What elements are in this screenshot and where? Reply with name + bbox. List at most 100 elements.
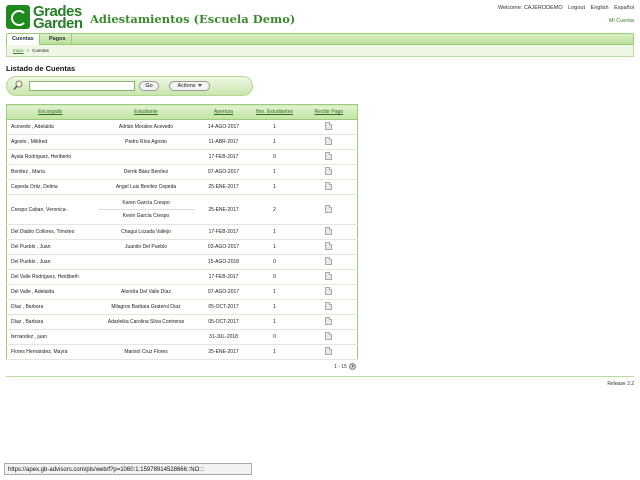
document-icon[interactable] [325, 257, 333, 265]
table-row: Ayala Rodríguez, Heriberto 17-FEB-2017 0 [6, 149, 358, 165]
estudiante-cell: Marisol Cruz Flores [93, 344, 199, 360]
mi-cuenta-link[interactable]: Mi Cuenta [609, 18, 634, 24]
encargado-cell: Agosto , Mildred [6, 134, 94, 150]
browser-status-url: https://apex.gb-advisors.com/pls/web/f?p… [4, 463, 252, 475]
table-row: Benítez , María Derrik Báez Benítez 07-AGO… [6, 164, 358, 180]
nro-estudiantes-cell: 0 [248, 269, 301, 285]
estudiante-link[interactable]: Pedro Ríos Agosto [98, 136, 195, 148]
encargado-cell: Ayala Rodríguez, Heriberto [6, 149, 94, 165]
table-row: Del Pueblo , Juan Juanito Del Pueblo 03-AG… [6, 239, 358, 255]
header-apertura[interactable]: Apertura [198, 104, 249, 120]
document-icon[interactable] [325, 317, 333, 325]
estudiante-link[interactable]: Kevin García Crespo [97, 209, 195, 222]
nro-estudiantes-cell: 0 [248, 254, 301, 270]
document-icon[interactable] [325, 272, 333, 280]
logo-mark-icon [6, 5, 30, 29]
document-icon[interactable] [325, 347, 333, 355]
document-icon[interactable] [325, 302, 333, 310]
encargado-cell: Díaz , Barbara [6, 314, 94, 330]
table-row: Del Valle , Adelaida Alondra Del Valle Dí… [6, 284, 358, 300]
encargado-cell: Del Valle Rodriguez, Heidibeth [6, 269, 94, 285]
tab-bar: Cuentas Pagos [6, 33, 634, 45]
apertura-cell: 25-ENE-2017 [198, 194, 249, 225]
breadcrumb-home-link[interactable]: Inicio [13, 48, 24, 53]
document-icon[interactable] [325, 152, 333, 160]
recibir-pago-cell [300, 149, 358, 165]
document-icon[interactable] [325, 242, 333, 250]
actions-menu-button[interactable]: Actions [169, 81, 210, 91]
encargado-cell: Flores Hernández, Mayra [6, 344, 94, 360]
tab-cuentas[interactable]: Cuentas [7, 34, 40, 45]
apertura-cell: 25-ENE-2017 [198, 344, 249, 360]
estudiante-link[interactable]: Derrik Báez Benítez [98, 166, 195, 178]
next-page-icon[interactable] [348, 363, 356, 370]
estudiante-link[interactable]: Marisol Cruz Flores [98, 346, 195, 358]
table-row: Del Diablo Collores, Timoteo Chagui Lozad… [6, 224, 358, 240]
document-icon[interactable] [325, 137, 333, 145]
espanol-link[interactable]: Español [614, 5, 634, 11]
document-icon[interactable] [325, 182, 333, 190]
apertura-cell: 17-FEB-2017 [198, 149, 249, 165]
estudiante-link[interactable]: Angel Luis Benitez Cepeda [98, 181, 195, 193]
search-input[interactable] [29, 81, 135, 91]
apertura-cell: 07-AGO-2017 [198, 284, 249, 300]
encargado-cell: Cepeda Ortiz, Delma [6, 179, 94, 195]
top-navigation: Welcome: CAJERODEMO Logout English Españ… [494, 5, 634, 11]
nro-estudiantes-cell: 1 [248, 299, 301, 315]
breadcrumb-separator: > [26, 48, 30, 53]
header-estudiante[interactable]: Estudiante [93, 104, 199, 120]
chevron-down-icon [197, 84, 202, 88]
english-link[interactable]: English [591, 5, 609, 11]
document-icon[interactable] [325, 167, 333, 175]
go-button[interactable]: Go [139, 81, 159, 91]
pagination: 1 - 15 [334, 363, 356, 370]
logout-link[interactable]: Logout [568, 5, 585, 11]
header-encargado[interactable]: Encargado [6, 104, 94, 120]
nro-estudiantes-cell: 2 [248, 194, 301, 225]
table-row: Díaz , Barbara Milagros Barbara Graterol … [6, 299, 358, 315]
estudiante-cell: Derrik Báez Benítez [93, 164, 199, 180]
header-nro-estudiantes[interactable]: Nro. Estudiantes [248, 104, 301, 120]
recibir-pago-cell [300, 299, 358, 315]
estudiante-cell [93, 254, 199, 270]
estudiante-link[interactable]: Adarleika Carolina Silva Contreras [98, 316, 195, 328]
actions-label: Actions [177, 83, 196, 89]
table-row: Cepeda Ortiz, Delma Angel Luis Benitez Ce… [6, 179, 358, 195]
estudiante-cell: Adarleika Carolina Silva Contreras [93, 314, 199, 330]
tab-pagos[interactable]: Pagos [44, 34, 72, 45]
logo-text-line2: Garden [33, 15, 83, 32]
estudiante-cell: Milagros Barbara Graterol Díaz [93, 299, 199, 315]
document-icon[interactable] [325, 122, 333, 130]
encargado-cell: Díaz , Barbara [6, 299, 94, 315]
document-icon[interactable] [325, 332, 333, 340]
estudiante-link[interactable]: Adrián Morales Acevedo [98, 121, 195, 133]
estudiante-link[interactable]: Chagui Lozada Vallejo [98, 226, 195, 238]
nro-estudiantes-cell: 1 [248, 179, 301, 195]
estudiante-link[interactable]: Juanito Del Pueblo [98, 241, 195, 253]
encargado-cell: Del Diablo Collores, Timoteo [6, 224, 94, 240]
header-recibir-pago[interactable]: Recibir Pago [300, 104, 358, 120]
document-icon[interactable] [325, 227, 333, 235]
nro-estudiantes-cell: 1 [248, 284, 301, 300]
recibir-pago-cell [300, 134, 358, 150]
table-row: Agosto , Mildred Pedro Ríos Agosto 11-ABR-… [6, 134, 358, 150]
document-icon[interactable] [325, 287, 333, 295]
nro-estudiantes-cell: 1 [248, 314, 301, 330]
estudiante-cell [93, 149, 199, 165]
estudiante-cell: Angel Luis Benitez Cepeda [93, 179, 199, 195]
recibir-pago-cell [300, 179, 358, 195]
estudiante-link[interactable]: Karen García Crespo [98, 197, 195, 209]
recibir-pago-cell [300, 284, 358, 300]
welcome-text: Welcome: CAJERODEMO [497, 5, 563, 11]
recibir-pago-cell [300, 119, 358, 135]
apertura-cell: 15-AGO-2018 [198, 254, 249, 270]
document-icon[interactable] [325, 204, 333, 213]
encargado-cell: Del Pueblo , Juan [6, 254, 94, 270]
encargado-cell: Del Pueblo , Juan [6, 239, 94, 255]
recibir-pago-cell [300, 254, 358, 270]
estudiante-cell: Juanito Del Pueblo [93, 239, 199, 255]
estudiante-link[interactable]: Alondra Del Valle Díaz [98, 286, 195, 298]
estudiante-link[interactable]: Milagros Barbara Graterol Díaz [98, 301, 195, 313]
table-row: Crespo Caban, Veronica- Karen García Cres… [6, 194, 358, 225]
recibir-pago-cell [300, 164, 358, 180]
